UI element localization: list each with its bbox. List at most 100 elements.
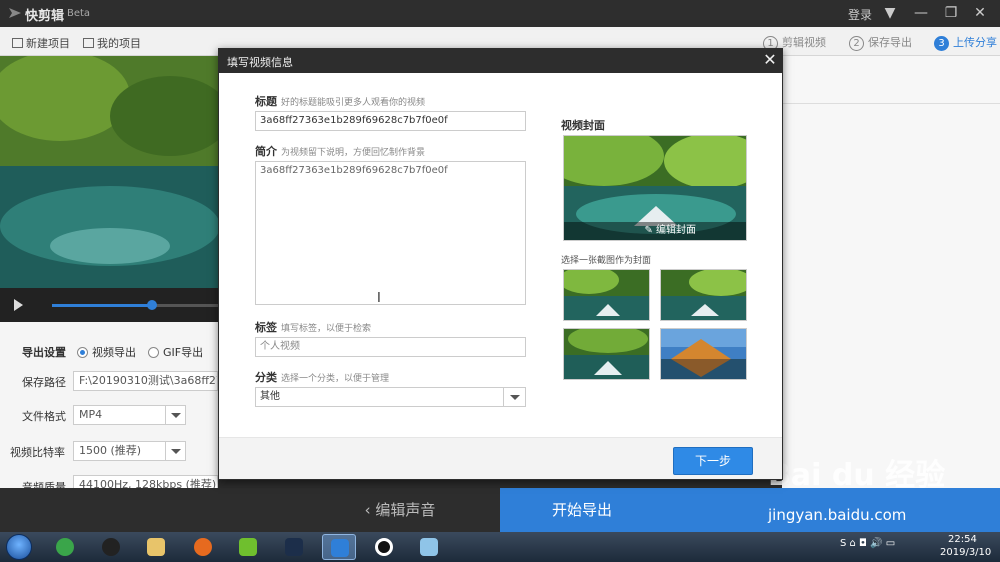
taskbar-app-kuaijianji[interactable]	[322, 534, 356, 560]
dialog-body: 标题 好的标题能吸引更多人观看你的视频 3a68ff27363e1b289f696…	[219, 73, 782, 437]
taskbar-app-explorer[interactable]	[139, 534, 173, 560]
category-field-label: 分类 选择一个分类，以便于管理	[255, 369, 389, 385]
cover-thumbnail[interactable]	[660, 328, 747, 380]
title-label-text: 标题	[255, 95, 277, 108]
dialog-header: 填写视频信息 ✕	[219, 49, 782, 73]
step-label: 剪辑视频	[782, 36, 826, 49]
play-icon[interactable]	[14, 299, 23, 311]
file-format-value: MP4	[79, 408, 103, 421]
video-preview	[0, 56, 218, 322]
step-upload-share[interactable]: 3 上传分享	[934, 34, 997, 51]
category-hint: 选择一个分类，以便于管理	[281, 374, 390, 384]
step-label: 上传分享	[953, 36, 997, 49]
app-name: 快剪辑	[25, 9, 65, 24]
cover-thumbnail[interactable]	[563, 328, 650, 380]
watermark-url: jingyan.baidu.com	[768, 506, 907, 524]
taskbar-app-qq[interactable]	[94, 534, 128, 560]
text-cursor-icon: I	[377, 291, 381, 306]
bitrate-value: 1500 (推荐)	[79, 444, 142, 457]
tags-hint: 填写标签，以便于检索	[281, 324, 372, 334]
intro-field-label: 简介 为视频留下说明，方便回忆制作背景	[255, 143, 425, 159]
progress-knob[interactable]	[146, 300, 157, 310]
folder-icon	[147, 538, 165, 556]
taskbar-app-browser[interactable]	[48, 534, 82, 560]
edit-audio-button[interactable]: ‹ 编辑声音	[0, 488, 500, 532]
my-projects-label: 我的项目	[97, 37, 141, 50]
thumbnail-image	[564, 270, 649, 320]
watermark-brand: Bai du 经验	[768, 458, 946, 493]
menu-icon[interactable]: ▼	[880, 4, 900, 22]
new-project-label: 新建项目	[26, 37, 70, 50]
progress-fill	[52, 304, 152, 307]
intro-hint: 为视频留下说明，方便回忆制作背景	[281, 148, 426, 158]
step-number: 3	[934, 36, 949, 51]
category-value: 其他	[260, 391, 280, 402]
pick-cover-label: 选择一张截图作为封面	[561, 256, 652, 266]
system-tray-icons[interactable]: S ⌂ ◘ 🔊 ▭	[840, 538, 895, 549]
cover-label: 视频封面	[561, 119, 605, 132]
intro-label-text: 简介	[255, 145, 277, 158]
bitrate-label: 视频比特率	[10, 446, 65, 459]
player-controls	[0, 288, 218, 322]
save-path-field[interactable]: F:\20190310测试\3a68ff2736	[73, 371, 218, 391]
title-input[interactable]: 3a68ff27363e1b289f69628c7b7f0e0f	[255, 111, 526, 131]
tags-input[interactable]: 个人视频	[255, 337, 526, 357]
title-hint: 好的标题能吸引更多人观看你的视频	[281, 98, 426, 108]
start-export-button[interactable]: 开始导出	[500, 488, 1000, 532]
start-button[interactable]	[6, 534, 32, 560]
taskbar-app-recorder[interactable]	[367, 534, 401, 560]
cover-thumbnail[interactable]	[660, 269, 747, 321]
radio-label: 视频导出	[92, 346, 136, 359]
export-settings-panel: 导出设置 视频导出 GIF导出 保存路径 F:\20190310测试\3a68f…	[0, 322, 218, 495]
step-number: 2	[849, 36, 864, 51]
playback-progress[interactable]	[52, 300, 218, 310]
edit-cover-label: 编辑封面	[656, 225, 696, 236]
taskbar-app-tool[interactable]	[412, 534, 446, 560]
step-save-export[interactable]: 2 保存导出	[849, 34, 912, 51]
login-link[interactable]: 登录	[848, 6, 872, 23]
radio-gif-export[interactable]: GIF导出	[148, 344, 203, 360]
tags-field-label: 标签 填写标签，以便于检索	[255, 319, 371, 335]
chevron-down-icon	[165, 406, 185, 424]
maximize-icon[interactable]: ❐	[941, 4, 961, 22]
video-info-dialog: 填写视频信息 ✕ 标题 好的标题能吸引更多人观看你的视频 3a68ff27363e…	[218, 48, 783, 480]
clock-time[interactable]: 22:54	[948, 534, 977, 545]
close-icon[interactable]: ✕	[761, 51, 779, 69]
thumbnail-image	[661, 270, 746, 320]
taskbar-app-media[interactable]	[231, 534, 265, 560]
taskbar-app-firefox[interactable]	[186, 534, 220, 560]
dialog-footer: 下一步	[219, 437, 782, 479]
dialog-title: 填写视频信息	[227, 56, 293, 69]
chevron-down-icon	[165, 442, 185, 460]
next-step-button[interactable]: 下一步	[673, 447, 753, 475]
cover-preview[interactable]: ✎ 编辑封面	[563, 135, 747, 241]
file-format-label: 文件格式	[22, 410, 66, 423]
clock-date[interactable]: 2019/3/10	[940, 547, 991, 558]
intro-textarea[interactable]: 3a68ff27363e1b289f69628c7b7f0e0f	[255, 161, 526, 305]
editor-icon	[285, 538, 303, 556]
tags-label-text: 标签	[255, 321, 277, 334]
browser-icon	[56, 538, 74, 556]
tool-icon	[420, 538, 438, 556]
category-select[interactable]: 其他	[255, 387, 526, 407]
new-project-button[interactable]: 新建项目	[12, 35, 70, 51]
cover-thumbnail[interactable]	[563, 269, 650, 321]
kuaijianji-icon	[331, 539, 349, 557]
file-format-select[interactable]: MP4	[73, 405, 186, 425]
record-icon	[375, 538, 393, 556]
taskbar-app-editor[interactable]	[277, 534, 311, 560]
close-window-icon[interactable]: ✕	[970, 4, 990, 22]
new-project-icon	[12, 38, 23, 48]
edit-cover-button[interactable]: ✎ 编辑封面	[564, 222, 746, 240]
export-settings-heading: 导出设置	[22, 346, 66, 359]
app-beta-badge: Beta	[67, 8, 91, 19]
category-label-text: 分类	[255, 371, 277, 384]
bitrate-select[interactable]: 1500 (推荐)	[73, 441, 186, 461]
folder-icon	[83, 38, 94, 48]
my-projects-button[interactable]: 我的项目	[83, 35, 141, 51]
right-panel-divider	[782, 103, 1000, 104]
minimize-icon[interactable]: —	[911, 4, 931, 22]
thumbnail-image	[564, 329, 649, 379]
app-title-bar: 快剪辑 Beta 登录 ▼ — ❐ ✕	[0, 0, 1000, 27]
radio-video-export[interactable]: 视频导出	[77, 344, 136, 360]
